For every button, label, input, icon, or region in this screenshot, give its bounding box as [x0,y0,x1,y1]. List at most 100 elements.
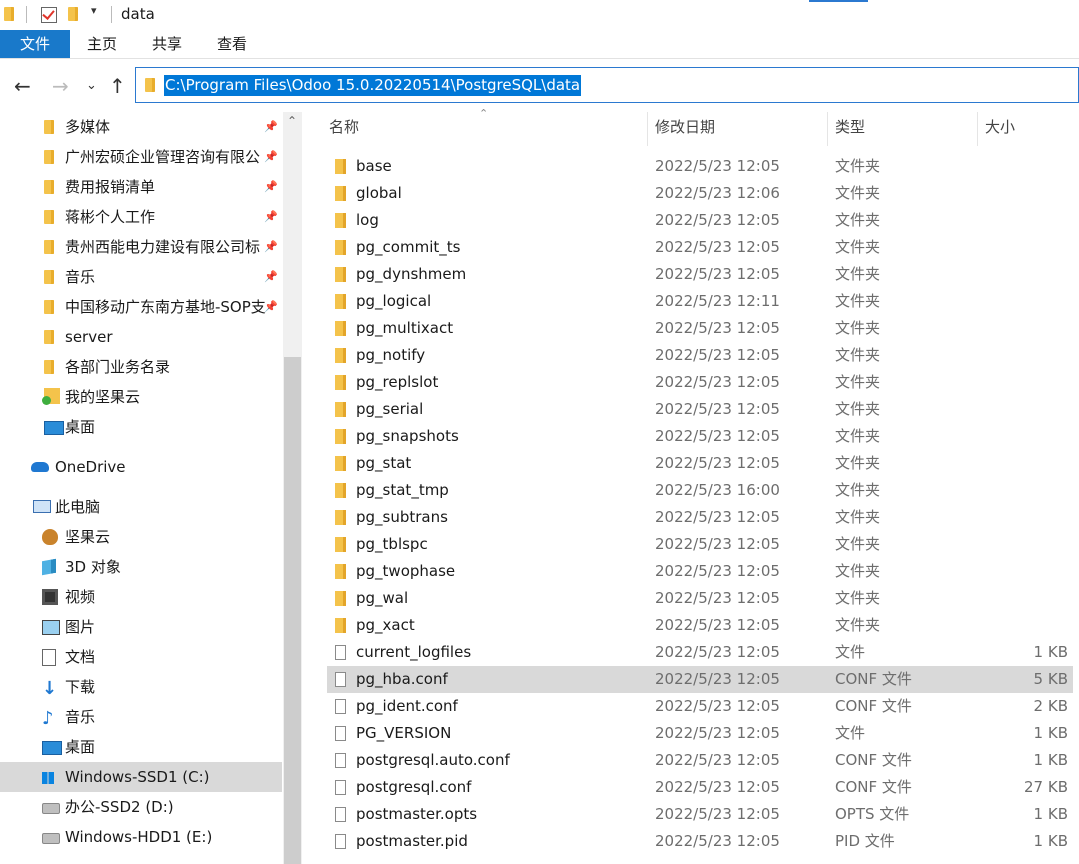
tab-home[interactable]: 主页 [78,30,126,58]
table-row[interactable]: postmaster.opts 2022/5/23 12:05 OPTS 文件 1 K… [327,801,1073,828]
pin-icon[interactable]: 📌 [264,112,278,142]
sidebar-item-pc-7[interactable]: 桌面 [0,732,282,762]
sidebar-item-quick-4[interactable]: 贵州西能电力建设有限公司标 📌 [0,232,282,262]
table-row[interactable]: pg_hba.conf 2022/5/23 12:05 CONF 文件 5 KB [327,666,1073,693]
folder-icon [335,213,346,228]
sidebar-item-pc-0[interactable]: 坚果云 [0,522,282,552]
table-row[interactable]: pg_subtrans 2022/5/23 12:05 文件夹 [327,504,1073,531]
file-size: 1 KB [1033,643,1068,661]
pin-icon[interactable]: 📌 [264,142,278,172]
folder-icon [335,429,346,444]
sidebar-item-pc-5[interactable]: ↓ 下载 [0,672,282,702]
folder-icon [335,240,346,255]
file-type: 文件 [835,643,866,661]
sidebar-item-quick-3[interactable]: 蒋彬个人工作 📌 [0,202,282,232]
column-divider[interactable] [827,112,828,146]
table-row[interactable]: pg_dynshmem 2022/5/23 12:05 文件夹 [327,261,1073,288]
pin-icon[interactable]: 📌 [264,232,278,262]
table-row[interactable]: pg_logical 2022/5/23 12:11 文件夹 [327,288,1073,315]
sidebar-item-label: 此电脑 [55,498,101,516]
column-divider[interactable] [977,112,978,146]
up-button[interactable]: ↑ [109,74,126,98]
sidebar-item-this-pc[interactable]: 此电脑 [0,492,282,522]
table-row[interactable]: pg_twophase 2022/5/23 12:05 文件夹 [327,558,1073,585]
pin-icon[interactable]: 📌 [264,172,278,202]
table-row[interactable]: pg_ident.conf 2022/5/23 12:05 CONF 文件 2 KB [327,693,1073,720]
customize-quick-access-icon[interactable]: ▾ [91,4,97,17]
column-header-size[interactable]: 大小 [985,116,1015,137]
file-date: 2022/5/23 12:06 [655,184,780,202]
sidebar-item-pc-4[interactable]: 文档 [0,642,282,672]
scroll-up-arrow-icon[interactable]: ⌃ [287,114,297,128]
table-row[interactable]: pg_tblspc 2022/5/23 12:05 文件夹 [327,531,1073,558]
table-row[interactable]: pg_notify 2022/5/23 12:05 文件夹 [327,342,1073,369]
folder-icon [335,591,346,606]
table-row[interactable]: log 2022/5/23 12:05 文件夹 [327,207,1073,234]
sidebar-item-pc-3[interactable]: 图片 [0,612,282,642]
properties-icon[interactable] [41,7,57,23]
sidebar-item-quick-7[interactable]: server [0,322,282,352]
sidebar-item-quick-2[interactable]: 费用报销清单 📌 [0,172,282,202]
address-path[interactable]: C:\Program Files\Odoo 15.0.20220514\Post… [164,75,582,96]
file-name: global [356,184,402,202]
sidebar-item-pc-10[interactable]: Windows-HDD1 (E:) [0,822,282,852]
nutstore-sync-folder-icon [42,388,60,405]
window-title: data [121,5,155,23]
file-date: 2022/5/23 12:05 [655,346,780,364]
tab-share[interactable]: 共享 [143,30,191,58]
sidebar-item-label: 费用报销清单 [65,178,156,196]
sidebar-item-quick-6[interactable]: 中国移动广东南方基地-SOP支 📌 [0,292,282,322]
back-button[interactable]: ← [14,74,31,98]
tab-view[interactable]: 查看 [208,30,256,58]
tab-file[interactable]: 文件 [0,30,70,58]
table-row[interactable]: postmaster.pid 2022/5/23 12:05 PID 文件 1 KB [327,828,1073,855]
recent-locations-button[interactable]: ⌄ [86,74,97,98]
table-row[interactable]: PG_VERSION 2022/5/23 12:05 文件 1 KB [327,720,1073,747]
file-date: 2022/5/23 12:05 [655,400,780,418]
sidebar-item-onedrive[interactable]: OneDrive [0,452,282,482]
sidebar-item-quick-1[interactable]: 广州宏硕企业管理咨询有限公 📌 [0,142,282,172]
table-row[interactable]: pg_serial 2022/5/23 12:05 文件夹 [327,396,1073,423]
table-row[interactable]: base 2022/5/23 12:05 文件夹 [327,153,1073,180]
pin-icon[interactable]: 📌 [264,262,278,292]
sidebar-item-quick-8[interactable]: 各部门业务名录 [0,352,282,382]
pin-icon[interactable]: 📌 [264,292,278,322]
table-row[interactable]: current_logfiles 2022/5/23 12:05 文件 1 KB [327,639,1073,666]
table-row[interactable]: pg_wal 2022/5/23 12:05 文件夹 [327,585,1073,612]
pin-icon[interactable]: 📌 [264,202,278,232]
nav-scrollbar-thumb[interactable] [284,357,301,864]
table-row[interactable]: pg_xact 2022/5/23 12:05 文件夹 [327,612,1073,639]
sidebar-item-quick-10[interactable]: 桌面 [0,412,282,442]
sidebar-item-label: OneDrive [55,458,126,476]
sidebar-item-quick-0[interactable]: 多媒体 📌 [0,112,282,142]
navigation-pane: 多媒体 📌 广州宏硕企业管理咨询有限公 📌 费用报销清单 📌 蒋彬个人工作 📌 贵州西能电力建设… [0,112,302,864]
table-row[interactable]: pg_stat 2022/5/23 12:05 文件夹 [327,450,1073,477]
column-header-name[interactable]: 名称 [329,116,359,137]
table-row[interactable]: postgresql.conf 2022/5/23 12:05 CONF 文件 27 … [327,774,1073,801]
table-row[interactable]: pg_multixact 2022/5/23 12:05 文件夹 [327,315,1073,342]
column-divider[interactable] [647,112,648,146]
sidebar-item-pc-6[interactable]: ♪ 音乐 [0,702,282,732]
column-header-type[interactable]: 类型 [835,116,865,137]
sidebar-item-pc-1[interactable]: 3D 对象 [0,552,282,582]
table-row[interactable]: postgresql.auto.conf 2022/5/23 12:05 CONF … [327,747,1073,774]
new-folder-icon[interactable] [68,7,78,21]
folder-icon [335,186,346,201]
sidebar-item-quick-9[interactable]: 我的坚果云 [0,382,282,412]
column-header-date[interactable]: 修改日期 [655,116,715,137]
file-type: 文件夹 [835,157,881,175]
sidebar-item-quick-5[interactable]: 音乐 📌 [0,262,282,292]
sidebar-item-pc-9[interactable]: 办公-SSD2 (D:) [0,792,282,822]
folder-icon [145,78,155,92]
forward-button[interactable]: → [52,74,69,98]
table-row[interactable]: global 2022/5/23 12:06 文件夹 [327,180,1073,207]
file-name: pg_dynshmem [356,265,467,283]
sidebar-item-pc-2[interactable]: 视频 [0,582,282,612]
table-row[interactable]: pg_commit_ts 2022/5/23 12:05 文件夹 [327,234,1073,261]
sidebar-item-label: 音乐 [65,708,96,726]
sidebar-item-pc-8[interactable]: Windows-SSD1 (C:) [0,762,282,792]
table-row[interactable]: pg_replslot 2022/5/23 12:05 文件夹 [327,369,1073,396]
table-row[interactable]: pg_snapshots 2022/5/23 12:05 文件夹 [327,423,1073,450]
address-bar[interactable]: C:\Program Files\Odoo 15.0.20220514\Post… [135,67,1079,103]
table-row[interactable]: pg_stat_tmp 2022/5/23 16:00 文件夹 [327,477,1073,504]
